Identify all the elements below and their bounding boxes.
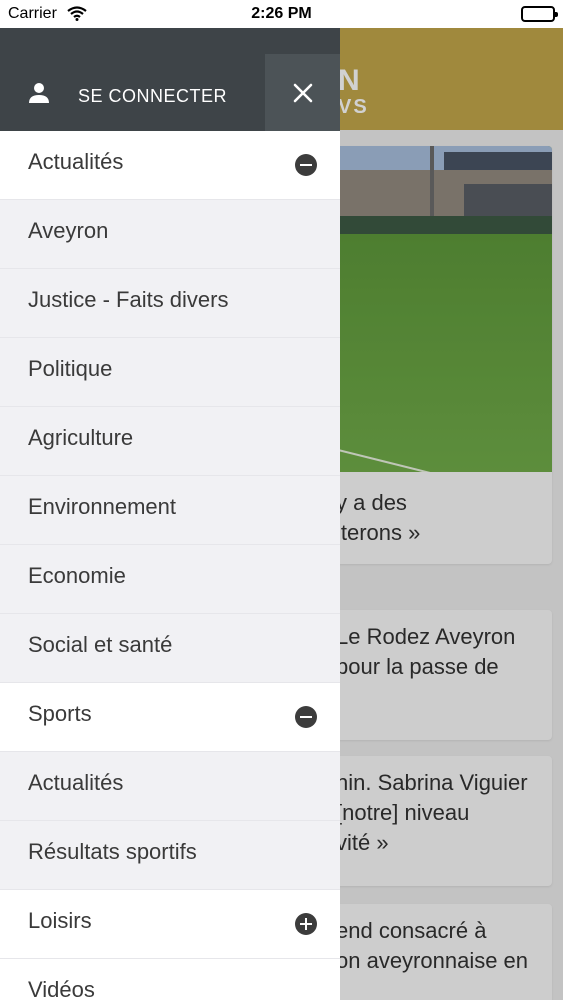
clock-label: 2:26 PM	[251, 5, 312, 22]
menu-section-loisirs[interactable]: Loisirs	[0, 890, 340, 959]
drawer-header: SE CONNECTER	[0, 28, 340, 131]
menu-item-economie[interactable]: Economie	[0, 545, 340, 614]
collapse-icon[interactable]	[295, 706, 317, 728]
menu-label: Economie	[28, 563, 126, 588]
menu-label: Résultats sportifs	[28, 839, 197, 864]
menu-label: Justice - Faits divers	[28, 287, 229, 312]
menu-item-agriculture[interactable]: Agriculture	[0, 407, 340, 476]
menu-label: Social et santé	[28, 632, 173, 657]
status-bar: Carrier 2:26 PM	[0, 0, 563, 28]
login-button[interactable]: SE CONNECTER	[78, 86, 227, 107]
navigation-drawer: SE CONNECTER Actualités Aveyron Justice …	[0, 28, 340, 1000]
menu-item-social-sante[interactable]: Social et santé	[0, 614, 340, 683]
menu-item-politique[interactable]: Politique	[0, 338, 340, 407]
menu-item-aveyron[interactable]: Aveyron	[0, 200, 340, 269]
menu-label: Agriculture	[28, 425, 134, 450]
expand-icon[interactable]	[295, 913, 317, 935]
menu-label: Politique	[28, 356, 113, 381]
user-icon[interactable]	[28, 82, 50, 104]
battery-icon	[521, 6, 558, 22]
close-icon	[293, 83, 313, 103]
menu-section-videos[interactable]: Vidéos	[0, 959, 340, 1000]
menu-label: Environnement	[28, 494, 176, 519]
menu-item-justice[interactable]: Justice - Faits divers	[0, 269, 340, 338]
close-drawer-button[interactable]	[265, 54, 340, 131]
menu-label: Actualités	[28, 770, 124, 795]
menu-label: Actualités	[28, 149, 124, 174]
menu-item-environnement[interactable]: Environnement	[0, 476, 340, 545]
menu-label: Aveyron	[28, 218, 109, 243]
menu-item-sports-actualites[interactable]: Actualités	[0, 752, 340, 821]
menu-item-resultats-sportifs[interactable]: Résultats sportifs	[0, 821, 340, 890]
menu-section-sports[interactable]: Sports	[0, 683, 340, 752]
collapse-icon[interactable]	[295, 154, 317, 176]
menu-label: Sports	[28, 701, 92, 726]
menu-section-actualites[interactable]: Actualités	[0, 131, 340, 200]
menu-label: Vidéos	[28, 977, 95, 1000]
menu-label: Loisirs	[28, 908, 92, 933]
